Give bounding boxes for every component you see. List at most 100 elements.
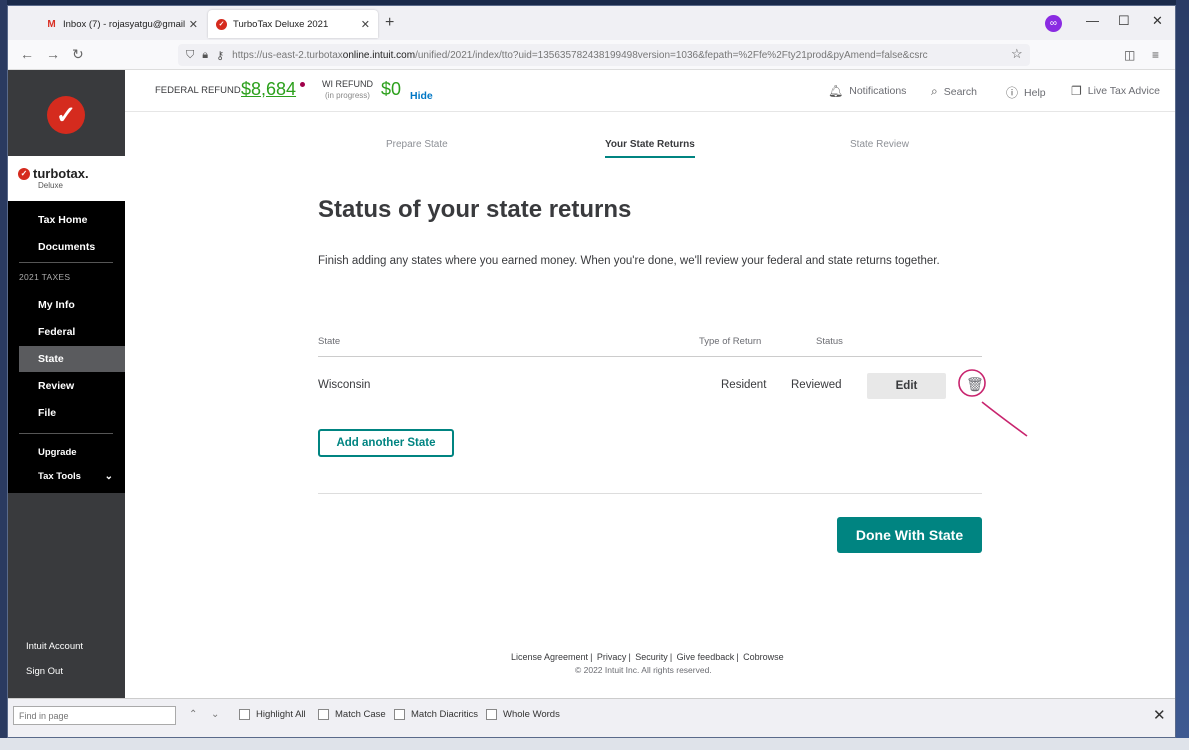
notification-dot [300, 82, 305, 87]
url-bar[interactable]: ⛉ 🔒︎ ⚷ https://us-east-2.turbotaxonline.… [178, 44, 1030, 66]
tab-turbotax[interactable]: ✓ TurboTax Deluxe 2021 ✕ [208, 10, 378, 38]
turbotax-dot-icon: ✓ [18, 167, 30, 180]
new-tab-icon[interactable]: + [385, 14, 394, 32]
logo-area: ✓ [8, 70, 125, 156]
sidebar-item-my-info[interactable]: My Info [19, 292, 125, 318]
key-icon[interactable]: ⚷ [216, 49, 224, 62]
done-with-state-button[interactable]: Done With State [837, 517, 982, 553]
back-icon[interactable]: ← [20, 46, 34, 62]
close-tab-icon[interactable]: ✕ [189, 18, 198, 31]
copyright: © 2022 Intuit Inc. All rights reserved. [575, 665, 712, 675]
sidebar-item-upgrade[interactable]: Upgrade [19, 439, 125, 465]
desktop-background [1176, 0, 1189, 750]
brand-name: turbotax. [33, 166, 89, 181]
security-link[interactable]: Security [635, 652, 668, 662]
close-tab-icon[interactable]: ✕ [361, 18, 370, 31]
browser-window: M Inbox (7) - rojasyatgu@gmail.c ✕ ✓ Tur… [7, 5, 1176, 738]
forward-icon[interactable]: → [46, 46, 60, 62]
section-header: 2021 TAXES [19, 272, 71, 282]
bell-icon: 🔔︎ [828, 84, 844, 98]
chevron-down-icon: ⌄ [104, 470, 113, 482]
nav-bar: ← → ↻ ⛉ 🔒︎ ⚷ https://us-east-2.turbotaxo… [8, 40, 1175, 70]
search-icon: ⌕ [931, 84, 938, 98]
maximize-icon[interactable]: ☐ [1118, 13, 1130, 29]
federal-refund-label: FEDERAL REFUND [155, 85, 241, 96]
reload-icon[interactable]: ↻ [72, 46, 84, 63]
highlight-all-checkbox[interactable]: Highlight All [239, 709, 306, 720]
page-title: Status of your state returns [318, 196, 632, 223]
turbotax-check-logo[interactable]: ✓ [47, 96, 85, 134]
add-another-state-button[interactable]: Add another State [318, 429, 454, 457]
wi-refund-label: WI REFUND (in progress) [322, 79, 373, 100]
tab-strip: M Inbox (7) - rojasyatgu@gmail.c ✕ ✓ Tur… [8, 6, 1175, 40]
license-agreement-link[interactable]: License Agreement [511, 652, 588, 662]
minimize-icon[interactable]: — [1086, 13, 1099, 28]
close-find-bar-icon[interactable]: ✕ [1153, 706, 1166, 724]
return-status: Reviewed [791, 379, 842, 391]
page-description: Finish adding any states where you earne… [318, 255, 940, 267]
notifications-link[interactable]: 🔔︎ Notifications [828, 84, 906, 98]
section-divider [318, 493, 982, 494]
desktop-background [0, 0, 7, 750]
sidebar: ✓ ✓ turbotax. Deluxe Tax Home Documents 2… [8, 70, 125, 698]
sidebar-item-documents[interactable]: Documents [19, 234, 125, 260]
find-bar: ⌃ ⌄ Highlight All Match Case Match Diacr… [8, 698, 1175, 737]
pocket-icon[interactable]: ◫ [1124, 48, 1135, 62]
refund-header: FEDERAL REFUND $8,684 WI REFUND (in progr… [125, 70, 1175, 112]
match-case-checkbox[interactable]: Match Case [318, 709, 386, 720]
privacy-link[interactable]: Privacy [597, 652, 627, 662]
sidebar-item-state[interactable]: State [19, 346, 125, 372]
cobrowse-link[interactable]: Cobrowse [743, 652, 784, 662]
table-divider [318, 356, 982, 357]
column-header-state: State [318, 336, 341, 347]
tab-title: TurboTax Deluxe 2021 [233, 18, 329, 30]
step-your-state-returns[interactable]: Your State Returns [605, 139, 695, 150]
edit-button[interactable]: Edit [867, 373, 946, 399]
bookmark-star-icon[interactable]: ☆ [1011, 46, 1023, 62]
lock-icon[interactable]: 🔒︎ [202, 49, 208, 62]
step-state-review[interactable]: State Review [850, 139, 909, 150]
column-header-type: Type of Return [699, 336, 762, 347]
extension-icon[interactable]: ∞ [1045, 15, 1062, 32]
edition-label: Deluxe [38, 181, 63, 190]
step-prepare-state[interactable]: Prepare State [386, 139, 448, 150]
match-diacritics-checkbox[interactable]: Match Diacritics [394, 709, 478, 720]
url-text[interactable]: https://us-east-2.turbotaxonline.intuit.… [232, 50, 928, 61]
live-tax-advice-link[interactable]: ❐ Live Tax Advice [1071, 84, 1160, 98]
sidebar-item-sign-out[interactable]: Sign Out [26, 666, 63, 677]
column-header-status: Status [816, 336, 843, 347]
shield-icon[interactable]: ⛉ [186, 49, 194, 62]
close-window-icon[interactable]: ✕ [1152, 13, 1163, 29]
hide-link[interactable]: Hide [410, 90, 433, 102]
tab-gmail[interactable]: M Inbox (7) - rojasyatgu@gmail.c ✕ [38, 10, 206, 38]
sidebar-item-tax-tools[interactable]: Tax Tools ⌄ [19, 463, 125, 489]
brand: ✓ turbotax. Deluxe [8, 156, 125, 201]
chat-icon: ❐ [1071, 84, 1082, 98]
divider [19, 433, 113, 434]
active-step-underline [605, 156, 695, 158]
sidebar-item-intuit-account[interactable]: Intuit Account [26, 641, 83, 652]
tab-title: Inbox (7) - rojasyatgu@gmail.c [63, 18, 185, 30]
find-next-icon[interactable]: ⌄ [211, 709, 219, 720]
whole-words-checkbox[interactable]: Whole Words [486, 709, 560, 720]
sidebar-item-federal[interactable]: Federal [19, 319, 125, 345]
return-type: Resident [721, 379, 767, 391]
sidebar-menu: Tax Home Documents 2021 TAXES My Info Fe… [8, 201, 125, 493]
find-previous-icon[interactable]: ⌃ [189, 709, 197, 720]
federal-refund-amount[interactable]: $8,684 [241, 79, 296, 100]
gmail-icon: M [47, 18, 56, 30]
menu-icon[interactable]: ≡ [1152, 48, 1159, 62]
sidebar-item-review[interactable]: Review [19, 373, 125, 399]
help-link[interactable]: ⓘ Help [1006, 84, 1046, 101]
give-feedback-link[interactable]: Give feedback [677, 652, 735, 662]
turbotax-icon: ✓ [216, 18, 227, 30]
find-in-page-input[interactable] [13, 706, 176, 725]
annotation-circle-arrow [958, 369, 1028, 437]
sidebar-item-tax-home[interactable]: Tax Home [19, 207, 125, 233]
wi-refund-amount[interactable]: $0 [381, 79, 401, 100]
state-name: Wisconsin [318, 379, 371, 391]
search-link[interactable]: ⌕ Search [931, 84, 977, 99]
footer-links: License Agreement | Privacy | Security | Gi… [511, 652, 784, 662]
help-icon: ⓘ [1006, 86, 1019, 100]
sidebar-item-file[interactable]: File [19, 400, 125, 426]
